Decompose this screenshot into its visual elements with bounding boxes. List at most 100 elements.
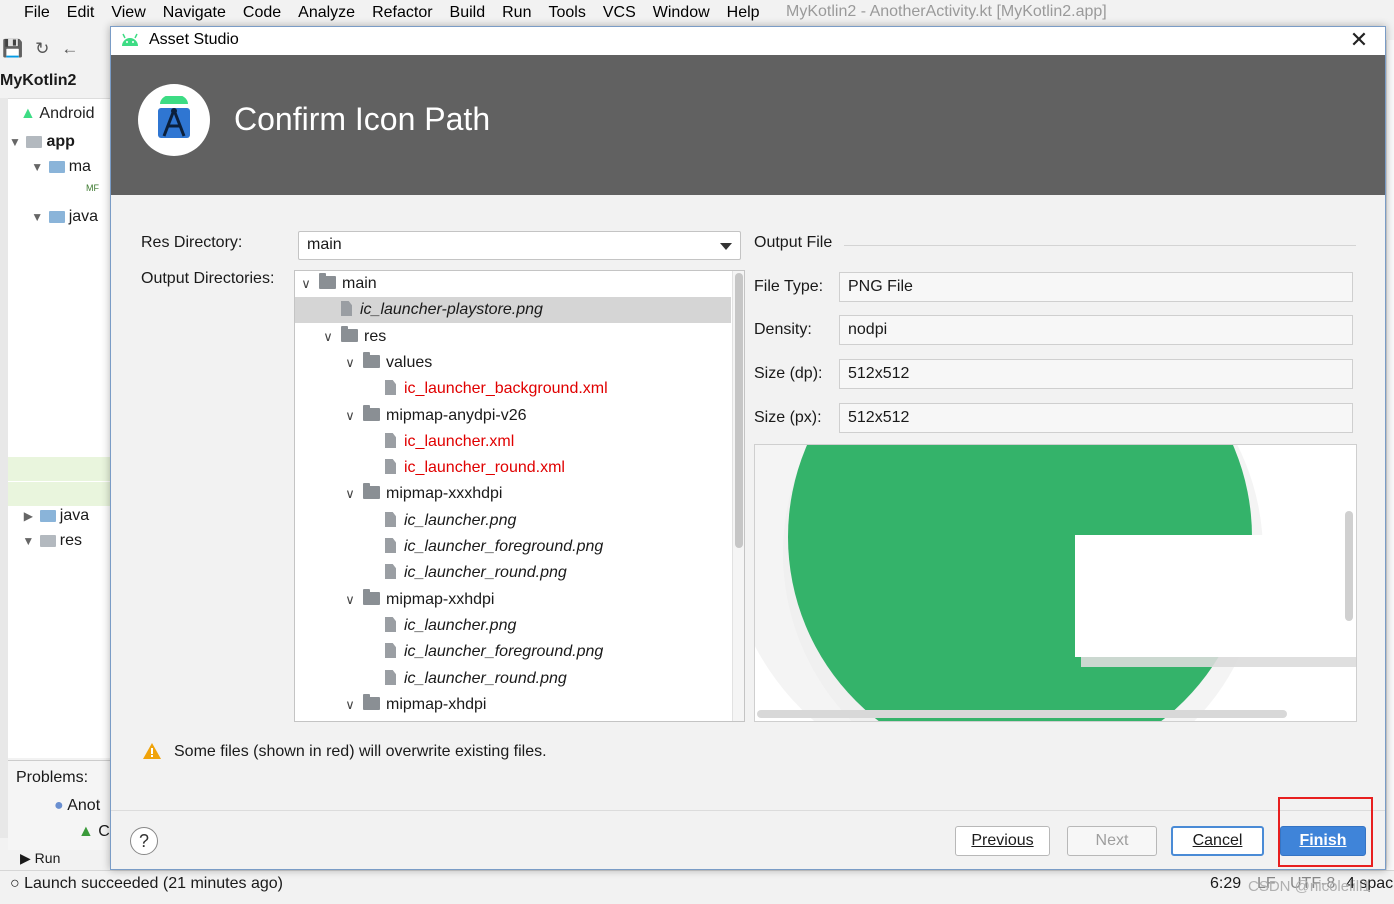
folder-icon	[39, 509, 56, 522]
tree-file-row[interactable]: ic_launcher_foreground.png	[295, 639, 731, 665]
density-field: nodpi	[839, 315, 1353, 345]
tree-row-manifests[interactable]: ▼ ma	[8, 158, 110, 182]
warning-icon	[143, 743, 161, 759]
tree-row-highlighted[interactable]	[8, 457, 110, 481]
kotlin-file-icon: ●	[54, 797, 64, 814]
tree-folder-row[interactable]: ∨ mipmap-xhdpi	[295, 692, 731, 718]
close-icon[interactable]: ✕	[1345, 27, 1373, 55]
tree-row-highlighted[interactable]	[8, 482, 110, 506]
tree-row-label: mipmap-xhdpi	[386, 696, 487, 713]
file-icon	[385, 538, 396, 553]
folder-icon	[363, 483, 380, 499]
tree-folder-row[interactable]: ∨ main	[295, 271, 731, 297]
tree-folder-row[interactable]: ∨ mipmap-xxxhdpi	[295, 481, 731, 507]
back-arrow-icon[interactable]: ←	[61, 39, 78, 59]
footer-separator	[111, 810, 1385, 811]
window-title: MyKotlin2 - AnotherActivity.kt [MyKotlin…	[786, 3, 1107, 20]
tree-file-row[interactable]: ic_launcher_background.xml	[295, 376, 731, 402]
chevron-down-icon[interactable]: ∨	[299, 271, 313, 297]
size-dp-label: Size (dp):	[754, 365, 823, 382]
menu-file[interactable]: File	[24, 4, 50, 22]
sync-icon[interactable]: ↻	[35, 39, 49, 59]
tree-folder-row[interactable]: ∨ mipmap-xxhdpi	[295, 587, 731, 613]
chevron-down-icon: ▼	[22, 534, 35, 548]
menu-view[interactable]: View	[111, 4, 145, 22]
previous-button[interactable]: Previous	[955, 826, 1050, 856]
tree-row-label: ic_launcher.png	[404, 617, 517, 634]
tree-file-row[interactable]: ic_launcher_round.png	[295, 666, 731, 692]
res-directory-label: Res Directory:	[141, 234, 243, 251]
folder-icon	[319, 273, 336, 289]
breadcrumb[interactable]: MyKotlin2	[0, 72, 76, 90]
chevron-down-icon[interactable]: ∨	[321, 324, 335, 350]
tree-scrollbar[interactable]	[732, 271, 744, 721]
save-icon[interactable]: 💾	[2, 39, 23, 59]
caret-position[interactable]: 6:29	[1210, 875, 1241, 893]
chevron-right-icon: ▶	[23, 509, 33, 523]
tree-file-row[interactable]: ic_launcher.xml	[295, 429, 731, 455]
tree-row-label: mipmap-xxhdpi	[386, 591, 495, 608]
output-directories-tree[interactable]: ∨ mipmap-xhdpi ic_launcher_round.png ic_lau…	[294, 270, 745, 722]
res-directory-select[interactable]: main	[298, 231, 741, 260]
menu-navigate[interactable]: Navigate	[163, 4, 226, 22]
preview-horizontal-scrollbar[interactable]	[757, 710, 1287, 718]
chevron-down-icon[interactable]: ∨	[343, 481, 357, 507]
finish-highlight-box	[1278, 797, 1373, 867]
menu-analyze[interactable]: Analyze	[298, 4, 355, 22]
project-view-selector[interactable]: ▲ Android	[20, 105, 95, 123]
menu-window[interactable]: Window	[653, 4, 710, 22]
tree-row-res[interactable]: ▼ res	[8, 532, 110, 556]
density-label: Density:	[754, 321, 812, 338]
scrollbar-thumb[interactable]	[735, 273, 743, 548]
menu-refactor[interactable]: Refactor	[372, 4, 432, 22]
chevron-down-icon[interactable]: ∨	[343, 350, 357, 376]
cancel-button[interactable]: Cancel	[1171, 826, 1264, 856]
menu-build[interactable]: Build	[450, 4, 486, 22]
menu-code[interactable]: Code	[243, 4, 281, 22]
status-message: ○ Launch succeeded (21 minutes ago)	[10, 875, 283, 893]
tree-file-row[interactable]: ic_launcher_round.png	[295, 560, 731, 586]
tree-folder-row[interactable]: ∨ res	[295, 324, 731, 350]
tree-row-java[interactable]: ▼ java	[8, 208, 110, 232]
help-button[interactable]: ?	[130, 827, 158, 855]
run-tool-tab[interactable]: ▶ Run	[0, 846, 110, 870]
menu-help[interactable]: Help	[727, 4, 760, 22]
tree-file-row[interactable]: ic_launcher.png	[295, 508, 731, 534]
watermark: CSDN @nicolelili1	[1248, 878, 1371, 895]
tree-file-row[interactable]: ic_launcher_round.xml	[295, 455, 731, 481]
size-px-field: 512x512	[839, 403, 1353, 433]
problem-item[interactable]: ● Anot	[54, 797, 100, 815]
tree-file-row[interactable]: ic_launcher.png	[295, 613, 731, 639]
menu-edit[interactable]: Edit	[67, 4, 95, 22]
chevron-down-icon[interactable]: ∨	[343, 692, 357, 718]
tree-row-java-generated[interactable]: ▶ java	[8, 507, 110, 531]
tree-file-row[interactable]: ic_launcher_foreground.png	[295, 534, 731, 560]
tree-row-app[interactable]: ▼ app	[8, 133, 110, 157]
tree-file-row[interactable]: ic_launcher-playstore.png	[295, 297, 731, 323]
menu-tools[interactable]: Tools	[548, 4, 585, 22]
file-icon	[385, 380, 396, 395]
chevron-down-icon[interactable]: ∨	[343, 403, 357, 429]
next-button[interactable]: Next	[1067, 826, 1157, 856]
cancel-button-label: Cancel	[1192, 832, 1243, 849]
chevron-down-icon[interactable]: ∨	[343, 587, 357, 613]
problem-item[interactable]: ▲ C	[78, 823, 110, 841]
tree-row-manifest-file[interactable]: MF	[8, 183, 110, 207]
tree-row-label: ic_launcher-playstore.png	[360, 301, 543, 318]
output-file-divider	[844, 245, 1356, 246]
tree-row-label: ic_launcher_round.xml	[404, 459, 565, 476]
problem-item-label: C	[98, 823, 110, 840]
menu-run[interactable]: Run	[502, 4, 531, 22]
menu-vcs[interactable]: VCS	[603, 4, 636, 22]
preview-vertical-scrollbar[interactable]	[1345, 511, 1353, 621]
tree-row-label: ic_launcher.xml	[404, 433, 515, 450]
tree-row-label: mipmap-xxxhdpi	[386, 485, 503, 502]
tree-row-label: mipmap-anydpi-v26	[386, 407, 527, 424]
chevron-down-icon: ▼	[31, 210, 44, 224]
output-directories-label: Output Directories:	[141, 270, 275, 287]
folder-icon	[48, 160, 65, 173]
tree-folder-row[interactable]: ∨ mipmap-anydpi-v26	[295, 403, 731, 429]
page-heading: Confirm Icon Path	[234, 101, 491, 137]
chevron-down-icon: ▼	[9, 135, 21, 149]
tree-folder-row[interactable]: ∨ values	[295, 350, 731, 376]
